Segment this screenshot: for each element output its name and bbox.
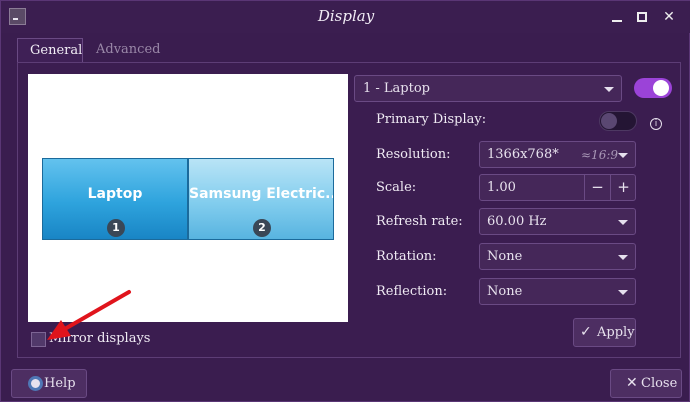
refresh-rate-select[interactable]: 60.00 Hz	[479, 208, 636, 235]
window-title: Display	[317, 7, 375, 25]
resolution-label: Resolution:	[376, 147, 451, 162]
scale-spinbox[interactable]: 1.00 − +	[479, 174, 636, 201]
reflection-label: Reflection:	[376, 284, 448, 299]
close-label: Close	[641, 376, 678, 391]
tab-general[interactable]: General	[17, 38, 83, 62]
monitor-number: 2	[253, 219, 271, 237]
checkmark-icon: ✓	[580, 324, 592, 340]
info-icon[interactable]: i	[650, 118, 662, 130]
refresh-rate-value: 60.00 Hz	[487, 214, 547, 229]
refresh-rate-label: Refresh rate:	[376, 214, 463, 229]
apply-button[interactable]: ✓ Apply	[573, 318, 636, 347]
scale-decrease-button[interactable]: −	[584, 175, 610, 200]
rotation-select[interactable]: None	[479, 243, 636, 270]
primary-display-toggle[interactable]	[599, 111, 637, 131]
toggle-knob	[601, 113, 617, 129]
monitor-samsung[interactable]: Samsung Electric... 2	[188, 158, 334, 240]
title-bar: Display ✕	[1, 1, 690, 33]
chevron-down-icon	[618, 153, 628, 158]
minimize-button[interactable]	[607, 7, 627, 27]
chevron-down-icon	[618, 290, 628, 295]
resolution-select[interactable]: 1366x768* ≈16:9	[479, 141, 636, 168]
resolution-value: 1366x768*	[487, 147, 559, 162]
rotation-label: Rotation:	[376, 249, 437, 264]
close-icon: ✕	[663, 9, 675, 25]
close-button[interactable]: ✕ Close	[610, 369, 682, 398]
monitor-number: 1	[107, 219, 125, 237]
help-label: Help	[44, 376, 76, 391]
display-select-value: 1 - Laptop	[363, 81, 431, 96]
display-enabled-toggle[interactable]	[634, 78, 672, 98]
monitor-label: Samsung Electric...	[189, 186, 333, 202]
tab-advanced[interactable]: Advanced	[84, 38, 164, 62]
monitor-label: Laptop	[87, 186, 143, 202]
minimize-icon	[612, 20, 622, 22]
rotation-value: None	[487, 249, 523, 264]
primary-display-label: Primary Display:	[376, 112, 487, 127]
maximize-icon	[637, 12, 647, 22]
chevron-down-icon	[604, 87, 614, 92]
maximize-button[interactable]	[632, 7, 652, 27]
window-close-button[interactable]: ✕	[659, 7, 679, 27]
chevron-down-icon	[618, 255, 628, 260]
display-dialog: Display ✕ General Advanced Laptop 1 Sams…	[0, 0, 690, 402]
lifebuoy-icon	[28, 376, 43, 391]
monitor-laptop[interactable]: Laptop 1	[42, 158, 188, 240]
reflection-value: None	[487, 284, 523, 299]
chevron-down-icon	[618, 220, 628, 225]
annotation-arrow	[47, 290, 131, 340]
help-button[interactable]: Help	[11, 369, 87, 398]
toggle-knob	[653, 80, 669, 96]
scale-increase-button[interactable]: +	[610, 175, 636, 200]
scale-value[interactable]: 1.00	[487, 180, 516, 195]
scale-label: Scale:	[376, 180, 417, 195]
reflection-select[interactable]: None	[479, 278, 636, 305]
apply-label: Apply	[597, 325, 635, 340]
display-select[interactable]: 1 - Laptop	[354, 75, 622, 102]
display-preview: Laptop 1 Samsung Electric... 2	[28, 74, 348, 322]
aspect-ratio-hint: ≈16:9	[581, 148, 619, 162]
close-icon: ✕	[626, 375, 638, 391]
